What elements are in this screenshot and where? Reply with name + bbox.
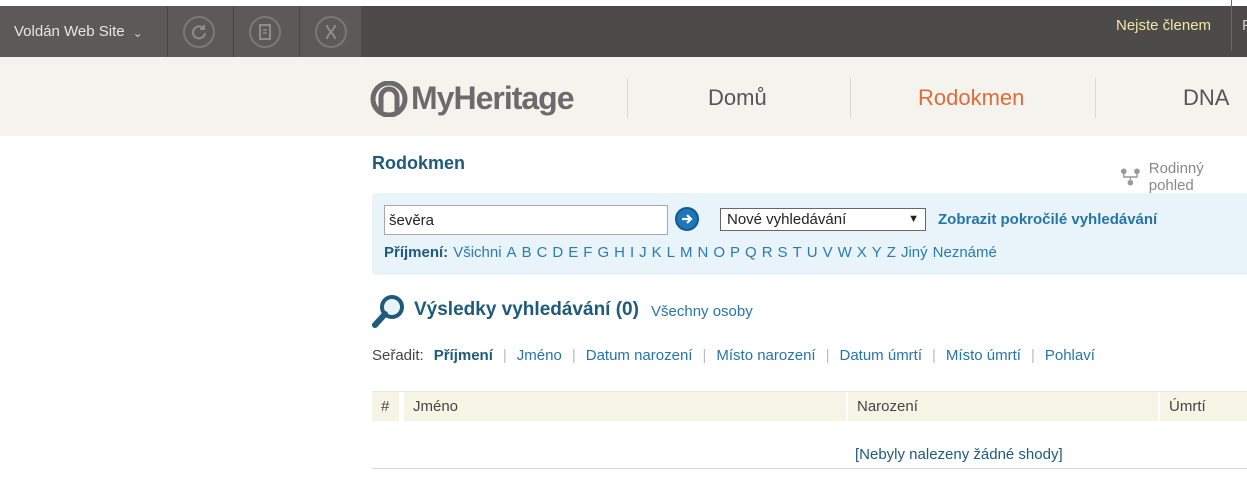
letter-link[interactable]: K <box>652 244 662 261</box>
letter-link[interactable]: P <box>730 244 740 261</box>
advanced-search-link[interactable]: Zobrazit pokročilé vyhledávání <box>938 211 1157 228</box>
sort-divider: | <box>571 347 576 364</box>
letter-link[interactable]: D <box>552 244 563 261</box>
book-icon <box>259 24 271 40</box>
toolbar-divider <box>299 6 300 57</box>
results-title: Výsledky vyhledávání (0) <box>414 299 639 320</box>
sort-option-gender[interactable]: Pohlaví <box>1045 347 1095 364</box>
sort-divider: | <box>502 347 507 364</box>
dropdown-arrow-icon: ▼ <box>908 213 919 225</box>
nav-divider <box>627 78 628 118</box>
sort-option-surname[interactable]: Příjmení <box>434 347 493 364</box>
letter-link[interactable]: Jiný <box>901 244 928 261</box>
letter-link[interactable]: V <box>823 244 833 261</box>
toolbar-divider <box>167 6 168 57</box>
logo-mark-icon <box>370 80 408 117</box>
sort-divider: | <box>1030 347 1035 364</box>
family-view-label: Rodinný pohled <box>1148 160 1204 194</box>
toolbar-cut-text[interactable]: F <box>1242 17 1247 34</box>
letter-link[interactable]: Z <box>887 244 896 261</box>
sort-divider: | <box>702 347 707 364</box>
search-type-value: Nové vyhledávání <box>727 211 847 228</box>
refresh-icon <box>192 25 206 40</box>
letter-link[interactable]: G <box>597 244 609 261</box>
sort-option-death-date[interactable]: Datum úmrtí <box>840 347 923 364</box>
letter-link[interactable]: Všichni <box>453 244 501 261</box>
letter-link[interactable]: I <box>630 244 634 261</box>
letter-link[interactable]: Q <box>745 244 757 261</box>
sort-divider: | <box>825 347 830 364</box>
refresh-button[interactable] <box>183 16 215 48</box>
main-navbar <box>0 57 1247 136</box>
letter-link[interactable]: A <box>507 244 517 261</box>
top-toolbar: Voldán Web Site ⌄ <box>0 0 1247 57</box>
letter-link[interactable]: Neznámé <box>933 244 997 261</box>
letter-link[interactable]: M <box>680 244 693 261</box>
sort-option-birth-place[interactable]: Místo narození <box>716 347 815 364</box>
nav-item-family-tree[interactable]: Rodokmen <box>918 85 1024 111</box>
nav-item-dna[interactable]: DNA <box>1183 85 1229 111</box>
table-bottom-divider <box>372 468 1247 469</box>
letter-link[interactable]: W <box>838 244 852 261</box>
search-go-button[interactable] <box>675 207 699 231</box>
family-tree-icon <box>1120 168 1140 186</box>
letter-link[interactable]: E <box>568 244 578 261</box>
all-persons-link[interactable]: Všechny osoby <box>651 303 753 320</box>
sort-option-birth-date[interactable]: Datum narození <box>586 347 693 364</box>
letter-link[interactable]: B <box>522 244 532 261</box>
nav-divider <box>850 78 851 118</box>
surname-letter-filter: Příjmení: Všichni A B C D E F G H I J K … <box>384 244 997 261</box>
page-title: Rodokmen <box>372 153 466 173</box>
search-type-select[interactable]: Nové vyhledávání ▼ <box>720 208 926 231</box>
search-magnifier-icon <box>372 295 404 328</box>
sort-divider: | <box>932 347 936 364</box>
family-view-link[interactable]: Rodinný pohled <box>1120 160 1247 194</box>
sort-label: Seřadit: <box>372 347 424 364</box>
letter-link[interactable]: L <box>667 244 675 261</box>
site-name: Voldán Web Site <box>14 23 125 40</box>
myheritage-logo[interactable]: MyHeritage <box>370 80 574 117</box>
letter-link[interactable]: F <box>583 244 592 261</box>
surname-filter-label: Příjmení: <box>384 244 449 261</box>
letter-link[interactable]: R <box>762 244 773 261</box>
letter-link[interactable]: S <box>778 244 788 261</box>
column-header-birth[interactable]: Narození <box>848 392 1158 421</box>
sort-bar: Seřadit: Příjmení | Jméno | Datum naroze… <box>372 347 1095 364</box>
letter-link[interactable]: X <box>857 244 867 261</box>
letter-link[interactable]: Y <box>872 244 882 261</box>
toolbar-right-area <box>361 6 1247 57</box>
book-button[interactable] <box>249 16 281 48</box>
letter-link[interactable]: O <box>713 244 725 261</box>
sort-option-first-name[interactable]: Jméno <box>517 347 562 364</box>
sort-option-death-place[interactable]: Místo úmrtí <box>946 347 1021 364</box>
toolbar-divider <box>233 6 234 57</box>
site-selector[interactable]: Voldán Web Site ⌄ <box>0 6 167 57</box>
column-header-number: # <box>372 392 399 421</box>
dna-button[interactable] <box>315 16 347 48</box>
dna-icon <box>326 24 336 40</box>
letter-link[interactable]: H <box>614 244 625 261</box>
letter-link[interactable]: N <box>698 244 709 261</box>
letter-link[interactable]: U <box>807 244 818 261</box>
letter-link[interactable]: C <box>537 244 548 261</box>
no-results-message: [Nebyly nalezeny žádné shody] <box>855 446 1063 463</box>
brand-name: MyHeritage <box>411 80 574 116</box>
column-header-death[interactable]: Úmrtí <box>1160 392 1247 421</box>
member-status-link[interactable]: Nejste členem <box>1116 17 1211 34</box>
search-input[interactable] <box>384 205 668 235</box>
letter-link[interactable]: J <box>639 244 647 261</box>
arrow-right-icon <box>682 214 693 224</box>
chevron-down-icon: ⌄ <box>132 25 143 40</box>
nav-item-home[interactable]: Domů <box>708 85 767 111</box>
nav-divider <box>1095 78 1096 118</box>
letter-link[interactable]: T <box>793 244 802 261</box>
column-header-name[interactable]: Jméno <box>404 392 846 421</box>
toolbar-divider <box>1231 0 1232 51</box>
